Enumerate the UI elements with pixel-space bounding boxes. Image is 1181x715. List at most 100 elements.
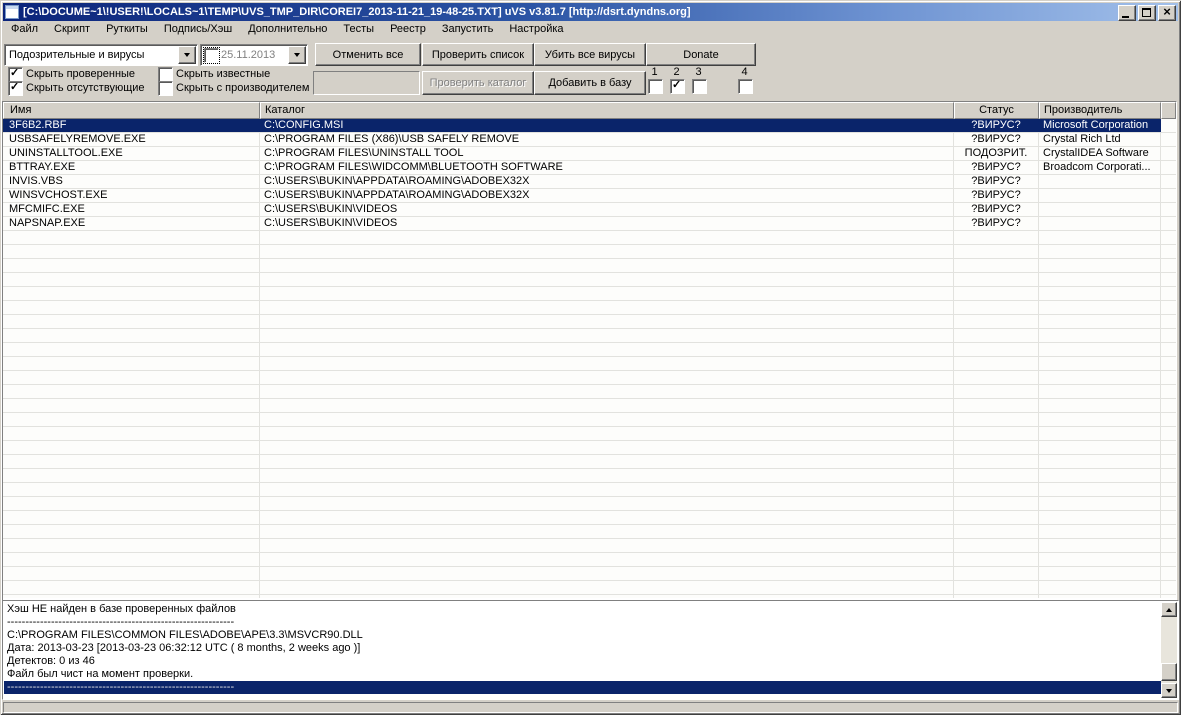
app-icon [5, 5, 19, 19]
cell-name: WINSVCHOST.EXE [3, 189, 260, 202]
column-header-name[interactable]: Имя [3, 102, 260, 119]
table-row[interactable]: USBSAFELYREMOVE.EXE C:\PROGRAM FILES (X8… [3, 133, 1176, 147]
menu-file[interactable]: Файл [3, 21, 46, 38]
minimize-button[interactable] [1118, 5, 1136, 21]
table-row[interactable]: INVIS.VBS C:\USERS\BUKIN\APPDATA\ROAMING… [3, 175, 1176, 189]
hide-known-checkbox[interactable] [158, 67, 173, 82]
cell-status: ?ВИРУС? [954, 133, 1039, 146]
info-line: Файл был чист на момент проверки. [7, 668, 194, 680]
table-row[interactable]: NAPSNAP.EXE C:\USERS\BUKIN\VIDEOS ?ВИРУС… [3, 217, 1176, 231]
cell-catalog: C:\PROGRAM FILES\WIDCOMM\BLUETOOTH SOFTW… [260, 161, 954, 174]
menu-settings[interactable]: Настройка [501, 21, 571, 38]
menu-tests[interactable]: Тесты [335, 21, 382, 38]
scroll-down-icon[interactable] [1161, 683, 1177, 698]
numbered-checkbox-4[interactable] [738, 79, 753, 94]
cell-catalog: C:\PROGRAM FILES (X86)\USB SAFELY REMOVE [260, 133, 954, 146]
filter-combobox[interactable]: Подозрительные и вирусы [4, 44, 198, 66]
cell-status: ?ВИРУС? [954, 175, 1039, 188]
hide-with-vendor-checkbox[interactable] [158, 81, 173, 96]
numbered-checkbox-label-2: 2 [673, 66, 680, 78]
date-checkbox[interactable] [203, 47, 220, 64]
scroll-up-icon[interactable] [1161, 602, 1177, 617]
numbered-checkbox-3[interactable] [692, 79, 707, 94]
cell-name: UNINSTALLTOOL.EXE [3, 147, 260, 160]
hide-missing-label: Скрыть отсутствующие [26, 82, 145, 94]
title-bar: [C:\DOCUME~1\!USER!\LOCALS~1\TEMP\UVS_TM… [3, 3, 1178, 21]
cancel-all-button[interactable]: Отменить все [315, 43, 421, 66]
maximize-button[interactable] [1138, 5, 1156, 21]
info-panel-text: Хэш НЕ найден в базе проверенных файлов … [4, 602, 1161, 698]
info-line: Дата: 2013-03-23 [2013-03-23 06:32:12 UT… [7, 642, 361, 654]
kill-all-viruses-button[interactable]: Убить все вирусы [534, 43, 646, 66]
column-header-vendor[interactable]: Производитель [1039, 102, 1161, 119]
cell-vendor [1039, 217, 1161, 230]
cell-catalog: C:\CONFIG.MSI [260, 119, 954, 132]
cell-vendor [1039, 175, 1161, 188]
file-list-body: 3F6B2.RBF C:\CONFIG.MSI ?ВИРУС? Microsof… [3, 119, 1176, 598]
hide-with-vendor-label: Скрыть с производителем [176, 82, 310, 94]
cell-vendor: CrystalIDEA Software [1039, 147, 1161, 160]
cell-catalog: C:\USERS\BUKIN\VIDEOS [260, 203, 954, 216]
cell-vendor: Broadcom Corporati... [1039, 161, 1161, 174]
catalog-path-input[interactable] [313, 71, 420, 95]
info-panel-scrollbar[interactable] [1161, 602, 1177, 698]
hide-missing-checkbox[interactable] [8, 81, 23, 96]
column-header-extra[interactable] [1161, 102, 1176, 119]
table-row[interactable]: WINSVCHOST.EXE C:\USERS\BUKIN\APPDATA\RO… [3, 189, 1176, 203]
cell-name: BTTRAY.EXE [3, 161, 260, 174]
hide-checked-checkbox[interactable] [8, 67, 23, 82]
check-list-button[interactable]: Проверить список [422, 43, 534, 66]
table-row[interactable]: 3F6B2.RBF C:\CONFIG.MSI ?ВИРУС? Microsof… [3, 119, 1176, 133]
cell-status: ?ВИРУС? [954, 119, 1039, 132]
cell-vendor: Crystal Rich Ltd [1039, 133, 1161, 146]
cell-catalog: C:\USERS\BUKIN\APPDATA\ROAMING\ADOBEX32X [260, 175, 954, 188]
add-to-base-button[interactable]: Добавить в базу [534, 71, 646, 95]
numbered-checkbox-2[interactable] [670, 79, 685, 94]
cell-status: ПОДОЗРИТ. [954, 147, 1039, 160]
chevron-down-icon[interactable] [288, 46, 306, 64]
cell-name: 3F6B2.RBF [3, 119, 260, 132]
donate-button[interactable]: Donate [646, 43, 756, 66]
table-row[interactable]: UNINSTALLTOOL.EXE C:\PROGRAM FILES\UNINS… [3, 147, 1176, 161]
status-bar [3, 702, 1178, 713]
file-list-header: Имя Каталог Статус Производитель [3, 102, 1176, 119]
cell-name: USBSAFELYREMOVE.EXE [3, 133, 260, 146]
uvs-window: [C:\DOCUME~1\!USER!\LOCALS~1\TEMP\UVS_TM… [0, 0, 1181, 715]
menu-registry[interactable]: Реестр [382, 21, 434, 38]
cell-catalog: C:\USERS\BUKIN\APPDATA\ROAMING\ADOBEX32X [260, 189, 954, 202]
window-title: [C:\DOCUME~1\!USER!\LOCALS~1\TEMP\UVS_TM… [23, 6, 691, 18]
numbered-checkbox-label-1: 1 [651, 66, 658, 78]
menu-bar: Файл Скрипт Руткиты Подпись/Хэш Дополнит… [3, 21, 1178, 38]
menu-signature-hash[interactable]: Подпись/Хэш [156, 21, 240, 38]
info-line: Хэш НЕ найден в базе проверенных файлов [7, 603, 236, 615]
date-combobox[interactable]: 25.11.2013 [200, 44, 308, 66]
scrollbar-thumb[interactable] [1161, 663, 1177, 681]
menu-rootkits[interactable]: Руткиты [98, 21, 156, 38]
filter-combobox-value: Подозрительные и вирусы [9, 49, 145, 61]
cell-vendor [1039, 203, 1161, 216]
info-line: Детектов: 0 из 46 [7, 655, 95, 667]
close-button[interactable] [1158, 4, 1176, 21]
cell-name: INVIS.VBS [3, 175, 260, 188]
hide-known-label: Скрыть известные [176, 68, 271, 80]
info-line: ----------------------------------------… [4, 681, 1161, 694]
menu-script[interactable]: Скрипт [46, 21, 98, 38]
numbered-checkbox-1[interactable] [648, 79, 663, 94]
column-header-catalog[interactable]: Каталог [260, 102, 954, 119]
chevron-down-icon[interactable] [178, 46, 196, 64]
menu-run[interactable]: Запустить [434, 21, 502, 38]
cell-status: ?ВИРУС? [954, 161, 1039, 174]
cell-catalog: C:\USERS\BUKIN\VIDEOS [260, 217, 954, 230]
file-list: Имя Каталог Статус Производитель 3F6B2.R… [2, 101, 1177, 601]
cell-status: ?ВИРУС? [954, 189, 1039, 202]
table-row[interactable]: BTTRAY.EXE C:\PROGRAM FILES\WIDCOMM\BLUE… [3, 161, 1176, 175]
cell-name: MFCMIFC.EXE [3, 203, 260, 216]
menu-additional[interactable]: Дополнительно [240, 21, 335, 38]
table-row[interactable]: MFCMIFC.EXE C:\USERS\BUKIN\VIDEOS ?ВИРУС… [3, 203, 1176, 217]
hide-checked-label: Скрыть проверенные [26, 68, 136, 80]
empty-rows-area [3, 231, 1176, 598]
column-header-status[interactable]: Статус [954, 102, 1039, 119]
cell-vendor: Microsoft Corporation [1039, 119, 1161, 132]
info-panel: Хэш НЕ найден в базе проверенных файлов … [2, 600, 1179, 700]
cell-name: NAPSNAP.EXE [3, 217, 260, 230]
